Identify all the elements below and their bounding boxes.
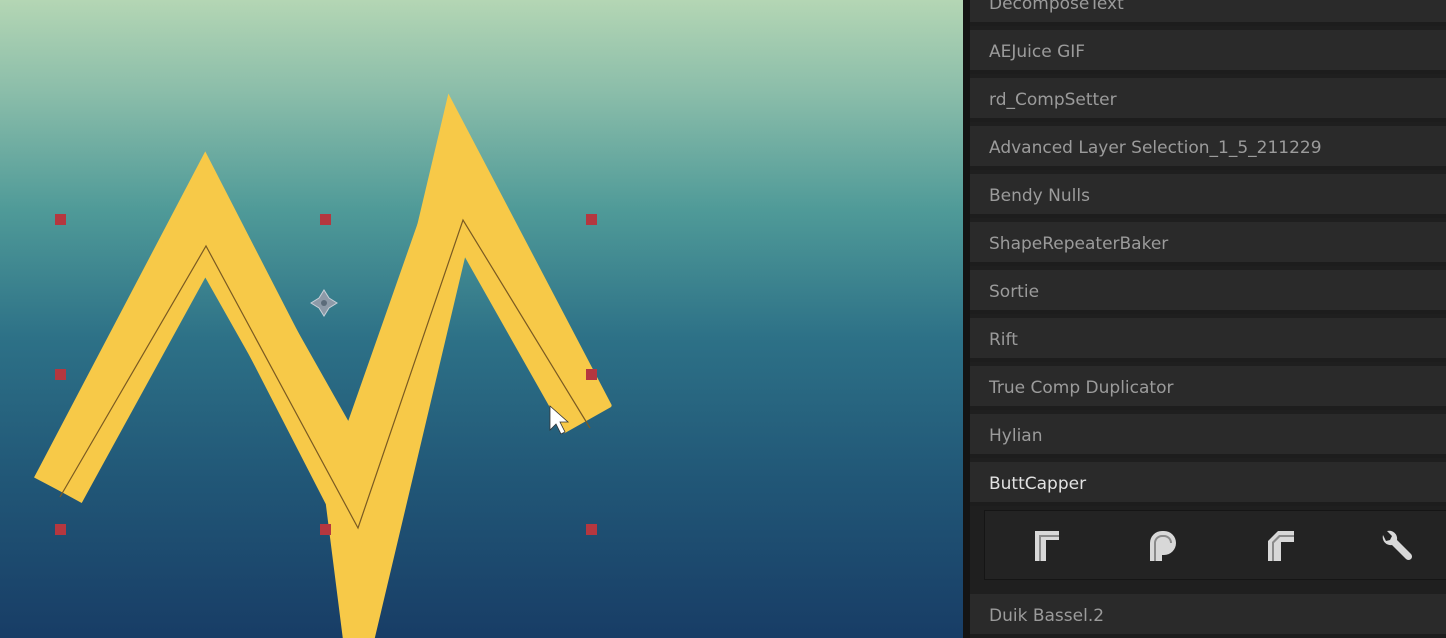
bevel-cap-button[interactable] [1259,524,1303,568]
panel-divider[interactable] [963,0,970,638]
script-item-sortie[interactable]: Sortie [970,270,1446,314]
transform-handle[interactable] [55,524,66,535]
zigzag-stroke-body [34,124,612,552]
script-item-decomposetext[interactable]: DecomposeText [970,0,1446,26]
shape-layer-canvas[interactable] [0,0,963,638]
script-item-hylian[interactable]: Hylian [970,414,1446,458]
script-item-bendy-nulls[interactable]: Bendy Nulls [970,174,1446,218]
script-item-advanced-layer-selection[interactable]: Advanced Layer Selection_1_5_211229 [970,126,1446,170]
script-item-duik-bassel[interactable]: Duik Bassel.2 [970,594,1446,638]
script-item-true-comp-duplicator[interactable]: True Comp Duplicator [970,366,1446,410]
transform-handle[interactable] [320,214,331,225]
transform-handle[interactable] [586,524,597,535]
butt-cap-button[interactable] [1025,524,1069,568]
settings-button[interactable] [1375,524,1419,568]
transform-handle[interactable] [55,369,66,380]
anchor-point-icon[interactable] [310,289,338,317]
transform-handle[interactable] [586,369,597,380]
bevel-cap-icon [1268,531,1294,561]
buttcapper-toolbar [984,510,1446,580]
round-cap-button[interactable] [1141,524,1185,568]
transform-handle[interactable] [320,524,331,535]
butt-cap-icon [1035,531,1059,561]
script-item-aejuice-gif[interactable]: AEJuice GIF [970,30,1446,74]
composition-viewer[interactable] [0,0,963,638]
script-item-rd-compsetter[interactable]: rd_CompSetter [970,78,1446,122]
transform-handle[interactable] [586,214,597,225]
wrench-icon [1382,530,1413,561]
round-cap-icon [1150,531,1176,561]
script-item-buttcapper[interactable]: ButtCapper [970,462,1446,506]
scripts-panel: DecomposeText AEJuice GIF rd_CompSetter … [970,0,1446,638]
transform-handle[interactable] [55,214,66,225]
script-item-shaperepeaterbaker[interactable]: ShapeRepeaterBaker [970,222,1446,266]
script-item-rift[interactable]: Rift [970,318,1446,362]
